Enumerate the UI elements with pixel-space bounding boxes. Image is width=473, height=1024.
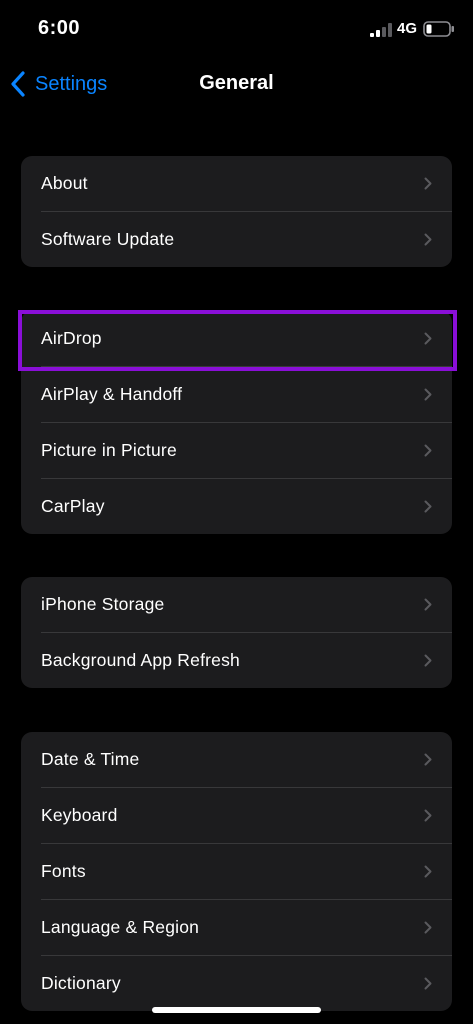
chevron-right-icon: [424, 977, 432, 990]
navigation-bar: Settings General: [0, 60, 473, 108]
row-airdrop[interactable]: AirDrop: [21, 311, 452, 366]
settings-group-airdrop: AirDrop AirPlay & Handoff Picture in Pic…: [21, 311, 452, 534]
row-label: Background App Refresh: [41, 650, 240, 670]
row-fonts[interactable]: Fonts: [21, 844, 452, 899]
row-label: AirDrop: [41, 328, 102, 348]
status-time: 6:00: [38, 17, 81, 39]
battery-low-icon: [423, 21, 454, 37]
row-label: AirPlay & Handoff: [41, 384, 183, 404]
chevron-right-icon: [424, 388, 432, 401]
row-label: Date & Time: [41, 749, 140, 769]
cellular-signal-icon: [370, 23, 392, 37]
row-label: iPhone Storage: [41, 594, 165, 614]
settings-group-about: About Software Update: [21, 156, 452, 267]
chevron-right-icon: [424, 753, 432, 766]
row-picture-in-picture[interactable]: Picture in Picture: [21, 423, 452, 478]
settings-group-locale: Date & Time Keyboard Fonts Language & Re…: [21, 732, 452, 1011]
chevron-right-icon: [424, 177, 432, 190]
chevron-right-icon: [424, 865, 432, 878]
row-label: Picture in Picture: [41, 440, 177, 460]
row-iphone-storage[interactable]: iPhone Storage: [21, 577, 452, 632]
chevron-right-icon: [424, 332, 432, 345]
row-carplay[interactable]: CarPlay: [21, 479, 452, 534]
home-indicator[interactable]: [152, 1007, 321, 1013]
chevron-right-icon: [424, 233, 432, 246]
chevron-right-icon: [424, 444, 432, 457]
row-airplay-handoff[interactable]: AirPlay & Handoff: [21, 367, 452, 422]
chevron-right-icon: [424, 921, 432, 934]
network-type-label: 4G: [397, 20, 418, 37]
row-background-app-refresh[interactable]: Background App Refresh: [21, 633, 452, 688]
page-title: General: [199, 72, 274, 94]
chevron-right-icon: [424, 654, 432, 667]
row-label: Dictionary: [41, 973, 121, 993]
row-label: About: [41, 173, 88, 193]
row-label: Fonts: [41, 861, 86, 881]
row-dictionary[interactable]: Dictionary: [21, 956, 452, 1011]
row-label: Software Update: [41, 229, 175, 249]
chevron-right-icon: [424, 598, 432, 611]
row-software-update[interactable]: Software Update: [21, 212, 452, 267]
chevron-right-icon: [424, 809, 432, 822]
row-date-time[interactable]: Date & Time: [21, 732, 452, 787]
settings-group-storage: iPhone Storage Background App Refresh: [21, 577, 452, 688]
row-label: CarPlay: [41, 496, 105, 516]
chevron-right-icon: [424, 500, 432, 513]
row-language-region[interactable]: Language & Region: [21, 900, 452, 955]
row-label: Keyboard: [41, 805, 118, 825]
status-bar: 6:00 4G: [0, 0, 473, 56]
row-label: Language & Region: [41, 917, 200, 937]
row-keyboard[interactable]: Keyboard: [21, 788, 452, 843]
row-about[interactable]: About: [21, 156, 452, 211]
